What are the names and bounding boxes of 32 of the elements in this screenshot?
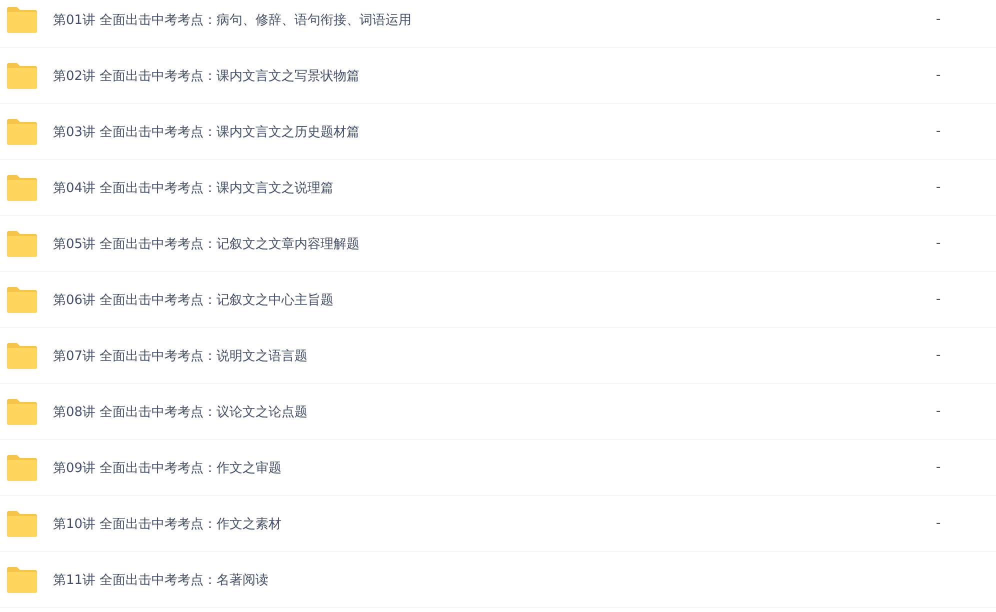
file-size: -: [936, 68, 942, 83]
file-name[interactable]: 第08讲 全面出击中考考点：议论文之论点题: [53, 402, 936, 420]
file-size: -: [936, 12, 942, 27]
folder-icon: [6, 230, 38, 256]
file-size: -: [936, 516, 942, 531]
folder-icon: [6, 6, 38, 32]
file-size: -: [936, 292, 942, 307]
file-size: -: [936, 348, 942, 363]
file-size: -: [936, 404, 942, 419]
folder-icon: [6, 398, 38, 424]
folder-icon: [6, 118, 38, 144]
file-name[interactable]: 第01讲 全面出击中考考点：病句、修辞、语句衔接、词语运用: [53, 10, 936, 28]
file-name[interactable]: 第06讲 全面出击中考考点：记叙文之中心主旨题: [53, 290, 936, 308]
file-size: -: [936, 236, 942, 251]
folder-icon: [6, 454, 38, 480]
file-name[interactable]: 第03讲 全面出击中考考点：课内文言文之历史题材篇: [53, 122, 936, 140]
file-name[interactable]: 第11讲 全面出击中考考点：名著阅读: [53, 570, 936, 588]
file-size: -: [936, 460, 942, 475]
folder-icon: [6, 510, 38, 536]
file-name[interactable]: 第07讲 全面出击中考考点：说明文之语言题: [53, 346, 936, 364]
folder-icon: [6, 566, 38, 592]
file-size: -: [936, 180, 942, 195]
file-size: -: [936, 124, 942, 139]
folder-icon: [6, 286, 38, 312]
file-name[interactable]: 第05讲 全面出击中考考点：记叙文之文章内容理解题: [53, 234, 936, 252]
file-name[interactable]: 第02讲 全面出击中考考点：课内文言文之写景状物篇: [53, 66, 936, 84]
file-name[interactable]: 第04讲 全面出击中考考点：课内文言文之说理篇: [53, 178, 936, 196]
file-name[interactable]: 第09讲 全面出击中考考点：作文之审题: [53, 458, 936, 476]
file-name[interactable]: 第10讲 全面出击中考考点：作文之素材: [53, 514, 936, 532]
folder-icon: [6, 62, 38, 88]
folder-icon: [6, 342, 38, 368]
folder-icon: [6, 174, 38, 200]
